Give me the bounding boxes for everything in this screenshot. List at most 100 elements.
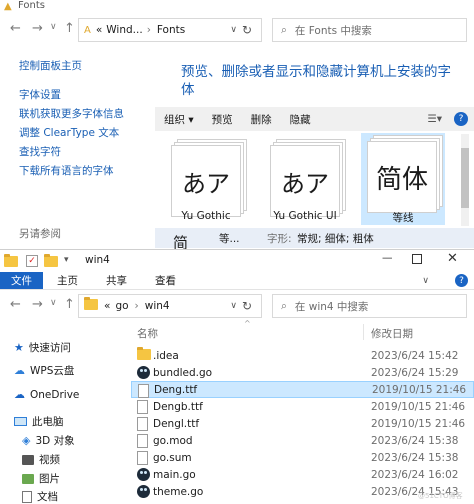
file-date: 2023/6/24 15:29 (371, 366, 459, 379)
up-arrow-icon[interactable]: ↑ (64, 21, 75, 36)
delete-button[interactable]: 删除 (242, 112, 281, 127)
ribbon-help-icon[interactable]: ? (455, 274, 468, 287)
onedrive-cloud-icon: ☁ (14, 388, 25, 401)
breadcrumb-overflow[interactable]: « (96, 24, 102, 36)
fonts-window-title: Fonts (18, 0, 45, 11)
fonts-address-row: ← → ∨ ↑ A « Wind... › Fonts ∨ ↻ ⌕ 在 Font… (0, 14, 474, 50)
nav-onedrive[interactable]: ☁ OneDrive (14, 388, 79, 401)
star-icon: ★ (14, 341, 24, 354)
font-item-yu-gothic[interactable]: あア Yu Gothic (165, 135, 247, 225)
nav-onedrive-label: OneDrive (30, 388, 80, 401)
hide-button[interactable]: 隐藏 (281, 112, 320, 127)
cleartype-link[interactable]: 调整 ClearType 文本 (19, 125, 119, 140)
address-dropdown-icon[interactable]: ∨ (230, 301, 237, 311)
breadcrumb-separator: › (146, 24, 151, 36)
address-dropdown-icon[interactable]: ∨ (230, 25, 237, 35)
file-date: 2019/10/15 21:46 (372, 383, 467, 396)
file-row-deng-ttf[interactable]: Deng.ttf 2019/10/15 21:46 (131, 381, 474, 398)
forward-arrow-icon[interactable]: → (32, 297, 43, 312)
recent-dropdown-icon[interactable]: ∨ (50, 22, 57, 32)
get-more-fonts-link[interactable]: 联机获取更多字体信息 (19, 106, 124, 121)
font-item-yu-gothic-ui[interactable]: あア Yu Gothic UI (264, 135, 346, 225)
navigation-pane: ★ 快速访问 ☁ WPS云盘 ☁ OneDrive 此电脑 ◈ 3D 对象 视频… (0, 340, 125, 503)
file-row-go-mod[interactable]: go.mod 2023/6/24 15:38 (131, 432, 474, 449)
file-row-dengb-ttf[interactable]: Dengb.ttf 2019/10/15 21:46 (131, 398, 474, 415)
fonts-scrollbar[interactable] (461, 134, 469, 226)
breadcrumb-go[interactable]: go (115, 300, 128, 312)
file-date: 2019/10/15 21:46 (371, 400, 466, 413)
recent-dropdown-icon[interactable]: ∨ (50, 298, 57, 308)
font-preview-dengxian: 简体 (367, 141, 437, 213)
breadcrumb-overflow-icon[interactable]: « (104, 300, 110, 312)
ribbon-expand-icon[interactable]: ∨ (422, 272, 429, 289)
breadcrumb-windows[interactable]: Wind... (106, 24, 142, 36)
picture-icon (22, 473, 34, 484)
font-details-pane: 简 等... 字形: 常规; 细体; 粗体 (155, 228, 474, 252)
explorer-window-icon (4, 254, 18, 270)
up-arrow-icon[interactable]: ↑ (64, 297, 75, 312)
nav-3d-objects[interactable]: ◈ 3D 对象 (22, 433, 75, 448)
control-panel-home-link[interactable]: 控制面板主页 (19, 58, 82, 73)
minimize-button[interactable]: — (382, 252, 393, 264)
tab-file[interactable]: 文件 (0, 272, 43, 289)
address-folder-icon (84, 297, 98, 313)
fonts-title-bar: ▲ Fonts (0, 0, 474, 14)
new-folder-quick-icon[interactable] (44, 254, 58, 270)
back-arrow-icon[interactable]: ← (10, 297, 21, 312)
nav-wps-cloud[interactable]: ☁ WPS云盘 (14, 363, 74, 378)
explorer-address-bar[interactable]: « go › win4 ∨ (78, 294, 262, 318)
breadcrumb-fonts[interactable]: Fonts (157, 24, 185, 36)
font-settings-link[interactable]: 字体设置 (19, 87, 61, 102)
preview-button[interactable]: 预览 (203, 112, 242, 127)
tab-share[interactable]: 共享 (92, 272, 141, 289)
download-fonts-link[interactable]: 下载所有语言的字体 (19, 163, 114, 178)
nav-this-pc-label: 此电脑 (32, 416, 64, 428)
fonts-window-icon: ▲ (4, 1, 12, 12)
view-options-icon[interactable]: ☰▾ (427, 113, 442, 125)
folder-icon (137, 347, 151, 363)
back-arrow-icon[interactable]: ← (10, 21, 21, 36)
file-name: go.mod (153, 434, 193, 447)
fonts-page-heading: 预览、删除或者显示和隐藏计算机上安装的字体 (181, 64, 451, 98)
ribbon-tabs: 文件 主页 共享 查看 ∨ ? (0, 272, 474, 290)
help-icon[interactable]: ? (454, 112, 468, 126)
details-font-name: 等... (219, 233, 240, 245)
search-icon: ⌕ (281, 299, 287, 312)
find-character-link[interactable]: 查找字符 (19, 144, 61, 159)
column-header-name[interactable]: 名称 (137, 326, 158, 341)
computer-icon (14, 417, 27, 426)
forward-arrow-icon[interactable]: → (32, 21, 43, 36)
file-name: go.sum (153, 451, 192, 464)
quick-access-checkbox-icon[interactable]: ✓ (26, 255, 38, 267)
organize-button[interactable]: 组织 ▾ (155, 112, 203, 127)
fonts-address-bar[interactable]: A « Wind... › Fonts ∨ (78, 18, 262, 42)
column-divider[interactable] (363, 324, 364, 340)
explorer-search-box[interactable]: ⌕ 在 win4 中搜索 (272, 294, 467, 318)
tab-view[interactable]: 查看 (141, 272, 190, 289)
column-header-modified[interactable]: 修改日期 (371, 326, 413, 341)
refresh-icon[interactable]: ↻ (242, 299, 252, 313)
nav-quick-access[interactable]: ★ 快速访问 (14, 340, 71, 355)
file-row-dengl-ttf[interactable]: Dengl.ttf 2019/10/15 21:46 (131, 415, 474, 432)
fonts-scrollbar-thumb[interactable] (461, 148, 469, 208)
tab-home[interactable]: 主页 (43, 272, 92, 289)
maximize-button[interactable] (412, 254, 422, 264)
nav-pictures[interactable]: 图片 (22, 471, 60, 486)
nav-documents[interactable]: 文档 (22, 489, 58, 504)
file-row-main-go[interactable]: main.go 2023/6/24 16:02 (131, 466, 474, 483)
fonts-window: ▲ Fonts ← → ∨ ↑ A « Wind... › Fonts ∨ ↻ … (0, 0, 474, 252)
fonts-search-box[interactable]: ⌕ 在 Fonts 中搜索 (272, 18, 467, 42)
file-row-bundled-go[interactable]: bundled.go 2023/6/24 15:29 (131, 364, 474, 381)
fonts-toolbar: 组织 ▾ 预览 删除 隐藏 ☰▾ ? (155, 107, 474, 131)
nav-videos[interactable]: 视频 (22, 452, 60, 467)
file-row-idea[interactable]: .idea 2023/6/24 15:42 (131, 347, 474, 364)
breadcrumb-win4[interactable]: win4 (145, 300, 170, 312)
file-row-go-sum[interactable]: go.sum 2023/6/24 15:38 (131, 449, 474, 466)
file-name: Dengb.ttf (153, 400, 203, 413)
font-item-dengxian[interactable]: 简体 等线 (361, 133, 445, 225)
refresh-icon[interactable]: ↻ (242, 23, 252, 37)
nav-this-pc[interactable]: 此电脑 (14, 414, 64, 429)
quick-access-dropdown-icon[interactable]: ▾ (64, 255, 69, 265)
close-button[interactable]: ✕ (447, 251, 458, 266)
nav-quick-access-label: 快速访问 (28, 342, 71, 354)
